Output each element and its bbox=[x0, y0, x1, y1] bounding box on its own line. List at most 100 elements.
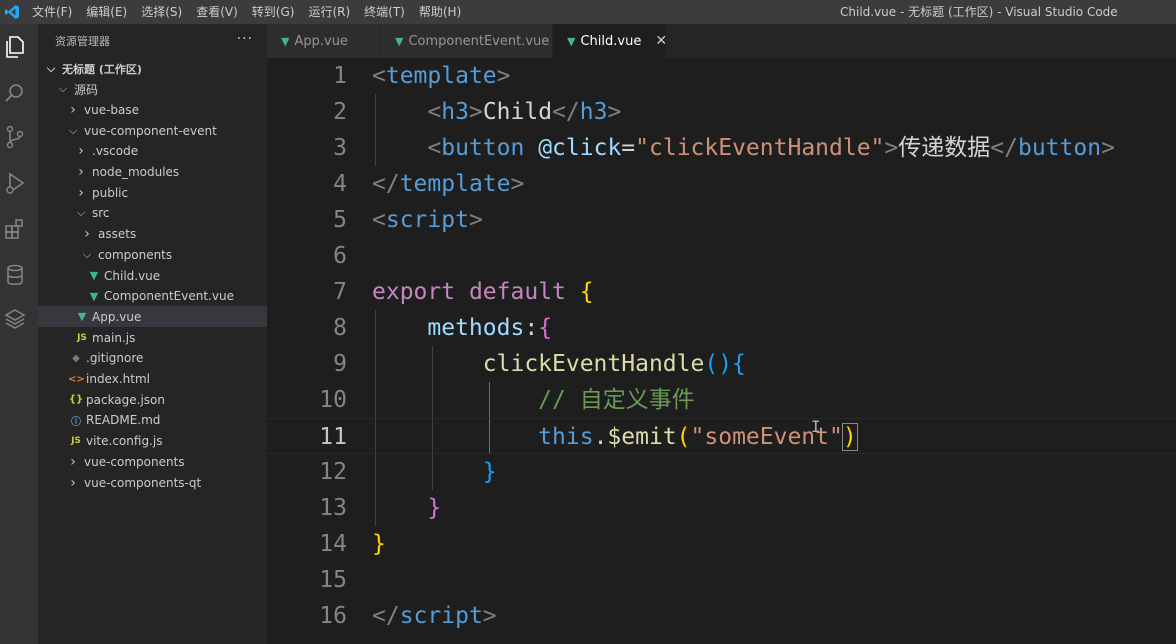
explorer-icon[interactable] bbox=[2, 34, 28, 60]
code-line[interactable]: 13 } bbox=[267, 490, 1176, 526]
code-token: } bbox=[427, 495, 442, 521]
menu-item[interactable]: 帮助(H) bbox=[413, 0, 469, 24]
code-line[interactable]: 16 </script> bbox=[267, 598, 1176, 634]
code-line[interactable]: 5 <script> bbox=[267, 202, 1176, 238]
menu-item[interactable]: 选择(S) bbox=[135, 0, 190, 24]
json-file-icon: {} bbox=[68, 394, 84, 406]
code-text: methods:{ bbox=[372, 310, 552, 346]
tree-label: vue-components-qt bbox=[84, 475, 202, 490]
code-line[interactable]: 3 <button @click="clickEventHandle">传递数据… bbox=[267, 130, 1176, 166]
vscode-logo-icon bbox=[0, 0, 24, 24]
code-line[interactable]: 9 clickEventHandle(){ bbox=[267, 346, 1176, 382]
code-token: </ bbox=[372, 171, 400, 197]
tree-file[interactable]: ▼ Child.vue bbox=[38, 265, 267, 286]
extensions-icon[interactable] bbox=[2, 216, 28, 242]
layers-icon[interactable] bbox=[2, 306, 28, 332]
code-line[interactable]: 12 } bbox=[267, 454, 1176, 490]
chevron-right-icon: › bbox=[78, 143, 84, 160]
run-debug-icon[interactable] bbox=[2, 170, 28, 196]
code-token: > bbox=[1101, 135, 1115, 161]
menu-item[interactable]: 运行(R) bbox=[302, 0, 358, 24]
tree-file[interactable]: ▼ App.vue bbox=[38, 306, 267, 328]
source-control-icon[interactable] bbox=[2, 124, 28, 150]
code-token: > bbox=[496, 63, 511, 89]
line-number: 15 bbox=[319, 567, 347, 593]
code-text: <h3>Child</h3> bbox=[372, 94, 621, 130]
code-token: button bbox=[1017, 135, 1102, 161]
code-token: template bbox=[385, 63, 497, 89]
tree-file[interactable]: JS vite.config.js bbox=[38, 431, 267, 452]
tree-file[interactable]: JS main.js bbox=[38, 327, 267, 348]
code-line[interactable]: 4 </template> bbox=[267, 166, 1176, 202]
code-token: 传递数据 bbox=[898, 135, 991, 161]
tree-label: App.vue bbox=[92, 309, 142, 324]
code-token: > bbox=[468, 99, 483, 125]
chevron-down-icon: ⌵ bbox=[82, 247, 92, 261]
line-number: 1 bbox=[333, 63, 347, 89]
tree-file[interactable]: ⓘ README.md bbox=[38, 410, 267, 431]
code-line[interactable]: 10 // 自定义事件 bbox=[267, 382, 1176, 418]
tree-file[interactable]: <> index.html bbox=[38, 369, 267, 390]
tree-folder[interactable]: › assets bbox=[38, 224, 267, 245]
chevron-right-icon: › bbox=[84, 226, 90, 243]
tree-file[interactable]: ▼ ComponentEvent.vue bbox=[38, 286, 267, 307]
code-editor[interactable]: 1 <template> 2 <h3>Child</h3> 3 <button @cl… bbox=[267, 58, 1176, 644]
menu-item[interactable]: 终端(T) bbox=[358, 0, 413, 24]
menu-item[interactable]: 转到(G) bbox=[246, 0, 303, 24]
code-line[interactable]: 1 <template> bbox=[267, 58, 1176, 94]
code-line[interactable]: 15 bbox=[267, 562, 1176, 598]
title-bar: 文件(F) 编辑(E) 选择(S) 查看(V) 转到(G) 运行(R) 终端(T) 帮助(H)… bbox=[0, 0, 1176, 24]
code-token: < bbox=[372, 63, 386, 89]
tree-folder[interactable]: ⌵ 源码 bbox=[38, 79, 267, 100]
tree-label: index.html bbox=[86, 372, 150, 386]
code-token: { bbox=[538, 315, 553, 341]
tree-folder[interactable]: › vue-components-qt bbox=[38, 472, 267, 493]
code-text: } bbox=[372, 526, 386, 562]
tree-folder[interactable]: › vue-base bbox=[38, 99, 267, 120]
code-line[interactable]: 6 bbox=[267, 238, 1176, 274]
chevron-down-icon: ⌵ bbox=[58, 82, 68, 96]
tree-folder[interactable]: › .vscode bbox=[38, 141, 267, 162]
tree-folder[interactable]: › vue-components bbox=[38, 451, 267, 472]
tab-label: Child.vue bbox=[580, 33, 642, 49]
menu-item[interactable]: 文件(F) bbox=[26, 0, 80, 24]
line-number: 6 bbox=[333, 243, 347, 269]
line-number: 5 bbox=[333, 207, 347, 233]
search-icon[interactable] bbox=[2, 80, 28, 106]
explorer-header: 资源管理器 ··· bbox=[38, 24, 267, 58]
code-line[interactable]: 14} bbox=[267, 526, 1176, 562]
tree-label: assets bbox=[98, 227, 137, 242]
code-line[interactable]: 2 <h3>Child</h3> bbox=[267, 94, 1176, 130]
code-text: } bbox=[372, 490, 441, 526]
tab-app-vue[interactable]: ▼ App.vue bbox=[267, 24, 381, 58]
tree-folder[interactable]: ⌵ components bbox=[38, 244, 267, 265]
tree-folder[interactable]: › public bbox=[38, 182, 267, 203]
code-token: script bbox=[385, 207, 469, 233]
tree-file[interactable]: ◆ .gitignore bbox=[38, 348, 267, 369]
code-token: < bbox=[427, 99, 442, 125]
database-icon[interactable] bbox=[2, 262, 28, 288]
mouse-ibeam-cursor: I bbox=[811, 417, 821, 436]
code-line[interactable]: 7 export default { bbox=[267, 274, 1176, 310]
tree-folder[interactable]: ⌵ 无标题 (工作区) bbox=[38, 58, 267, 79]
tree-label: node_modules bbox=[92, 165, 180, 179]
code-line[interactable]: 11 this.$emit("someEvent") bbox=[267, 418, 1176, 454]
tree-folder[interactable]: ⌵ src bbox=[38, 203, 267, 224]
tree-folder[interactable]: ⌵ vue-component-event bbox=[38, 120, 267, 141]
menu-item[interactable]: 查看(V) bbox=[190, 0, 246, 24]
tree-folder[interactable]: › node_modules bbox=[38, 162, 267, 183]
code-token: h3 bbox=[441, 99, 469, 125]
editor-tabs: ▼ App.vue ▼ ComponentEvent.vue ▼ Child.vue ✕ bbox=[267, 24, 1176, 58]
code-line[interactable]: 8 methods:{ bbox=[267, 310, 1176, 346]
close-tab-icon[interactable]: ✕ bbox=[655, 33, 667, 49]
more-actions-icon[interactable]: ··· bbox=[237, 31, 253, 47]
code-token: // 自定义事件 bbox=[538, 387, 695, 413]
tab-child-vue[interactable]: ▼ Child.vue ✕ bbox=[553, 24, 667, 58]
tree-label: .gitignore bbox=[86, 351, 144, 366]
tab-componentevent-vue[interactable]: ▼ ComponentEvent.vue bbox=[381, 24, 553, 58]
tree-file[interactable]: {} package.json bbox=[38, 389, 267, 410]
menu-item[interactable]: 编辑(E) bbox=[80, 0, 135, 24]
